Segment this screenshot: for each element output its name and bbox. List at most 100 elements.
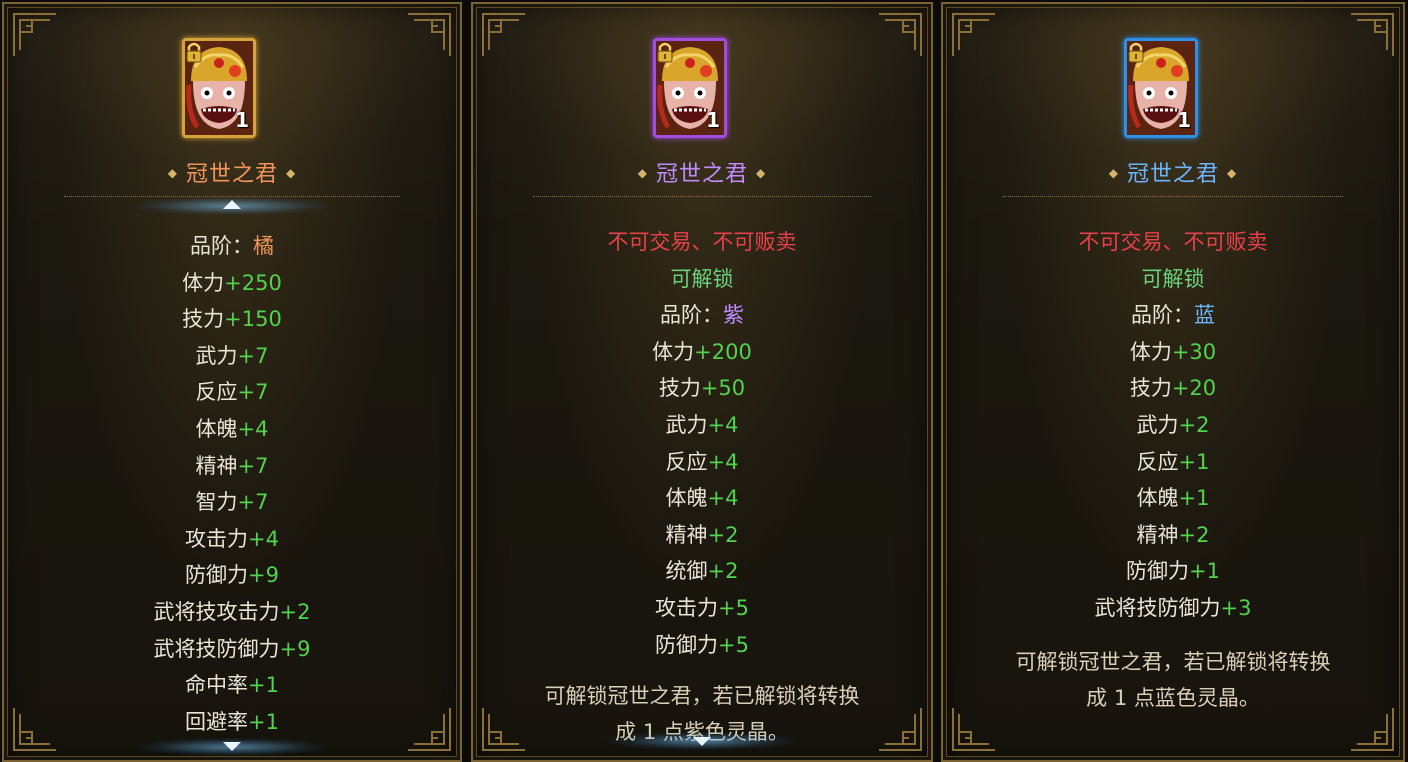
- stat-label: 攻击力: [655, 595, 719, 620]
- lock-icon: [1128, 42, 1144, 63]
- stat-value: +7: [237, 453, 269, 478]
- stat-label: 攻击力: [185, 526, 249, 551]
- stat-label: 技力: [658, 376, 701, 401]
- corner-ornament: [1351, 13, 1394, 56]
- stat-line: 命中率+1: [4, 667, 460, 704]
- item-tooltip-purple: 1 ◆ 冠世之君 ◆ 不可交易、不可贩卖 可解锁 品阶：紫 体力+200 技力+50 武…: [471, 2, 933, 762]
- stat-value: +1: [1178, 449, 1210, 474]
- stat-label: 精神: [195, 453, 238, 478]
- item-tooltip-blue: 1 ◆ 冠世之君 ◆ 不可交易、不可贩卖 可解锁 品阶：蓝 体力+30 技力+20 武力…: [941, 2, 1405, 762]
- stat-line: 武力+2: [943, 407, 1403, 444]
- item-count: 1: [706, 108, 720, 132]
- stat-label: 体力: [1129, 339, 1172, 364]
- stat-line: 反应+7: [4, 374, 460, 411]
- stat-line: 体魄+1: [943, 480, 1403, 517]
- stats-container: 体力+200 技力+50 武力+4 反应+4 体魄+4 精神+2 统御+2 攻击力+5 防御力+…: [473, 334, 931, 663]
- stat-line: 防御力+9: [4, 557, 460, 594]
- arrow-down-icon[interactable]: [693, 737, 711, 746]
- item-name-title: ◆ 冠世之君 ◆: [943, 156, 1403, 188]
- divider: [1003, 196, 1343, 197]
- diamond-icon: ◆: [1227, 166, 1238, 180]
- stat-label: 武力: [195, 343, 238, 368]
- stat-label: 体魄: [195, 416, 238, 441]
- stat-value: +4: [237, 416, 269, 441]
- stat-value: +1: [248, 709, 279, 734]
- stat-line: 体魄+4: [4, 411, 460, 448]
- stat-value: +4: [248, 526, 279, 551]
- diamond-icon: ◆: [637, 166, 648, 180]
- grade-label: 品阶：: [660, 303, 723, 328]
- item-count: 1: [1177, 108, 1191, 132]
- item-name-title: ◆ 冠世之君 ◆: [4, 156, 460, 188]
- stat-value: +7: [237, 343, 269, 368]
- corner-ornament: [482, 13, 525, 56]
- stat-value: +1: [1189, 559, 1220, 584]
- stat-list: 品阶：橘 体力+250 技力+150 武力+7 反应+7 体魄+4 精神+7 智力+7 攻击力…: [4, 228, 460, 740]
- stat-line: 武将技防御力+9: [4, 631, 460, 668]
- stat-value: +150: [224, 307, 282, 332]
- item-icon-slot[interactable]: 1: [1124, 38, 1198, 138]
- stat-label: 回避率: [185, 709, 249, 734]
- item-name: 冠世之君: [655, 162, 748, 187]
- stat-label: 武将技攻击力: [153, 599, 280, 624]
- grade-value: 紫: [723, 303, 744, 328]
- item-icon-slot[interactable]: 1: [182, 38, 256, 138]
- stat-label: 精神: [1136, 522, 1179, 547]
- stat-value: +4: [707, 486, 739, 511]
- stat-value: +200: [694, 339, 752, 364]
- stat-line: 精神+2: [473, 517, 931, 554]
- stat-value: +7: [237, 380, 269, 405]
- item-tooltip-orange: 1 ◆ 冠世之君 ◆ 品阶：橘 体力+250 技力+150 武力+7 反应+7 体魄+4 精神…: [2, 2, 462, 762]
- stat-line: 攻击力+5: [473, 590, 931, 627]
- arrow-up-icon[interactable]: [223, 200, 241, 209]
- stat-line: 回避率+1: [4, 704, 460, 741]
- stat-label: 体魄: [665, 486, 708, 511]
- tradable-restriction: 不可交易、不可贩卖: [1078, 230, 1268, 254]
- stat-value: +9: [279, 636, 311, 661]
- stat-line: 防御力+5: [473, 627, 931, 664]
- stat-line: 武将技攻击力+2: [4, 594, 460, 631]
- grade-label: 品阶：: [1131, 303, 1194, 328]
- item-name: 冠世之君: [1126, 162, 1219, 187]
- description-line: 可解锁冠世之君，若已解锁将转换: [544, 684, 860, 708]
- stat-label: 武将技防御力: [153, 636, 280, 661]
- grade-value: 蓝: [1194, 303, 1215, 328]
- stat-label: 武将技防御力: [1094, 595, 1221, 620]
- stat-label: 体力: [182, 270, 225, 295]
- lock-icon: [657, 42, 673, 63]
- corner-ornament: [13, 13, 56, 56]
- stats-container: 体力+30 技力+20 武力+2 反应+1 体魄+1 精神+2 防御力+1 武将技防御力+3: [943, 334, 1403, 627]
- stat-line: 武力+7: [4, 338, 460, 375]
- item-icon-slot[interactable]: 1: [653, 38, 727, 138]
- grade-value: 橘: [253, 234, 274, 258]
- description-line: 可解锁冠世之君，若已解锁将转换: [1015, 650, 1331, 674]
- stat-value: +1: [248, 673, 279, 698]
- stat-line: 体力+250: [4, 265, 460, 302]
- stat-label: 智力: [195, 490, 238, 515]
- stat-value: +30: [1171, 339, 1217, 364]
- stat-list: 不可交易、不可贩卖 可解锁 品阶：紫 体力+200 技力+50 武力+4 反应+4 体魄…: [473, 224, 931, 663]
- grade-line: 品阶：紫: [473, 297, 931, 334]
- stat-line: 统御+2: [473, 553, 931, 590]
- stat-value: +7: [237, 490, 269, 515]
- stat-label: 防御力: [185, 563, 249, 588]
- arrow-down-icon[interactable]: [223, 742, 241, 751]
- stat-value: +2: [279, 599, 311, 624]
- stat-label: 技力: [182, 307, 225, 332]
- stat-label: 武力: [665, 412, 708, 437]
- grade-line: 品阶：橘: [4, 228, 460, 265]
- stat-line: 智力+7: [4, 484, 460, 521]
- stat-value: +4: [707, 449, 739, 474]
- stat-value: +3: [1220, 595, 1252, 620]
- stat-label: 防御力: [1126, 559, 1190, 584]
- diamond-icon: ◆: [286, 166, 297, 180]
- stat-value: +5: [718, 632, 749, 657]
- description-line: 成 1 点蓝色灵晶。: [1086, 686, 1260, 710]
- stat-value: +4: [707, 412, 739, 437]
- stat-value: +5: [718, 595, 749, 620]
- stat-label: 武力: [1136, 412, 1179, 437]
- stat-label: 体力: [652, 339, 695, 364]
- stat-line: 技力+20: [943, 370, 1403, 407]
- stat-label: 命中率: [185, 673, 249, 698]
- stat-value: +9: [248, 563, 279, 588]
